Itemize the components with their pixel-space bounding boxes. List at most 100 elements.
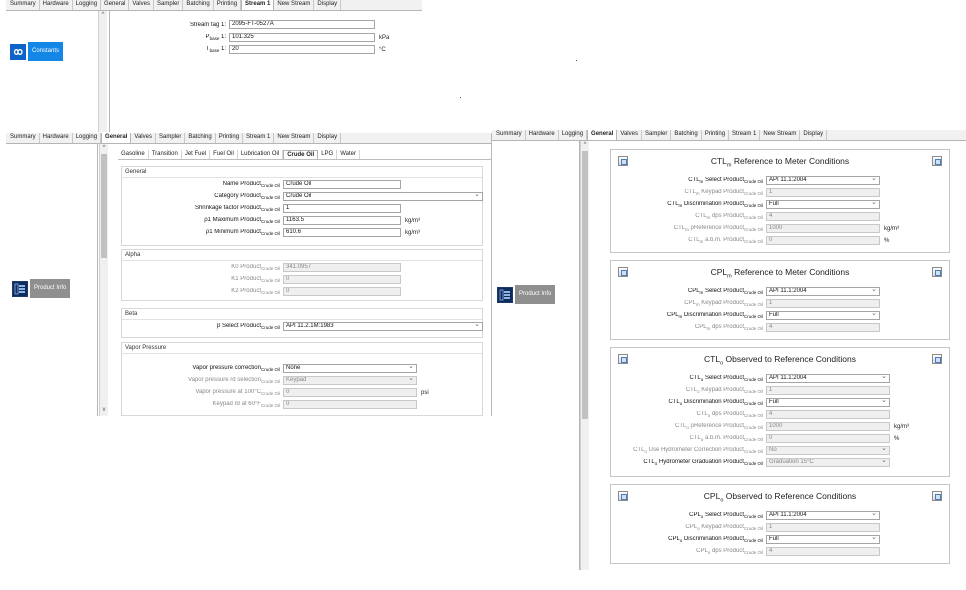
scroll-up-arrow[interactable]: ^ (99, 11, 107, 19)
title-tail: Reference to Meter Conditions (731, 267, 850, 277)
label-sub: Crude Oil (743, 461, 763, 467)
text-field[interactable]: 4 (766, 212, 880, 221)
text-field[interactable]: 0 (283, 275, 401, 284)
right-tab-sampler[interactable]: Sampler (642, 130, 672, 140)
top-tab-valves[interactable]: Valves (129, 0, 154, 10)
product-tab-fuel-oil[interactable]: Fuel Oil (210, 150, 238, 159)
left-tab-new-stream[interactable]: New Stream (274, 133, 315, 143)
top-tab-sampler[interactable]: Sampler (154, 0, 184, 10)
dropdown[interactable]: Full (766, 200, 880, 209)
right-scrollbar[interactable]: ^ (580, 141, 589, 570)
label-prefix: CTL (689, 434, 701, 441)
text-field[interactable]: 1 (766, 299, 880, 308)
label-prefix: CTL (668, 398, 680, 405)
text-field[interactable]: 0 (283, 287, 401, 296)
product-tab-lpg[interactable]: LPG (318, 150, 338, 159)
left-tab-general[interactable]: General (101, 133, 132, 143)
right-tab-new-stream[interactable]: New Stream (760, 130, 801, 140)
product-tab-transition[interactable]: Transition (149, 150, 182, 159)
top-tab-summary[interactable]: Summary (7, 0, 40, 10)
scroll-up-arrow[interactable]: ^ (581, 141, 589, 149)
product-info-tile[interactable]: Product Info (12, 279, 71, 298)
left-tab-valves[interactable]: Valves (131, 133, 156, 143)
right-tab-stream-1[interactable]: Stream 1 (729, 130, 761, 140)
left-tab-sampler[interactable]: Sampler (156, 133, 186, 143)
dropdown[interactable]: Graduation 15°C (766, 458, 890, 467)
text-field[interactable]: 2095-FT-0527A (229, 20, 375, 29)
dropdown[interactable]: API 11.1:2004 (766, 287, 880, 296)
text-field[interactable]: 0 (283, 400, 417, 409)
text-field[interactable]: 1 (766, 386, 890, 395)
left-tab-summary[interactable]: Summary (7, 133, 40, 143)
product-tab-gasoline[interactable]: Gasoline (118, 150, 149, 159)
right-tab-logging[interactable]: Logging (559, 130, 588, 140)
product-tab-water[interactable]: Water (337, 150, 360, 159)
right-tab-display[interactable]: Display (800, 130, 828, 140)
text-field[interactable]: 1 (766, 523, 880, 532)
text-field[interactable]: 4 (766, 323, 880, 332)
right-tab-printing[interactable]: Printing (702, 130, 730, 140)
scroll-thumb[interactable] (101, 154, 107, 258)
left-tab-stream-1[interactable]: Stream 1 (243, 133, 275, 143)
text-field[interactable]: 0 (766, 236, 880, 245)
text-field[interactable]: Crude Oil (283, 180, 401, 189)
top-tab-hardware[interactable]: Hardware (40, 0, 73, 10)
text-field[interactable]: 4 (766, 410, 890, 419)
right-tab-hardware[interactable]: Hardware (526, 130, 559, 140)
dropdown[interactable]: Crude Oil (283, 192, 483, 201)
text-field[interactable]: 1 (283, 204, 401, 213)
dropdown[interactable]: Full (766, 311, 880, 320)
product-tab-jet-fuel[interactable]: Jet Fuel (182, 150, 211, 159)
dropdown[interactable]: API 11.1:2004 (766, 511, 880, 520)
right-tab-summary[interactable]: Summary (493, 130, 526, 140)
top-tab-stream-1[interactable]: Stream 1 (241, 0, 275, 10)
label-text: Discrimination Product (682, 398, 744, 405)
label-sub: Crude Oil (743, 538, 763, 544)
top-tab-new-stream[interactable]: New Stream (274, 0, 315, 10)
text-field[interactable]: 101.325 (229, 33, 375, 42)
left-tab-display[interactable]: Display (314, 133, 342, 143)
text-field[interactable]: 0 (283, 388, 417, 397)
scroll-down-arrow[interactable]: v (100, 406, 108, 414)
top-tab-printing[interactable]: Printing (214, 0, 242, 10)
constants-tile[interactable]: Constants (10, 42, 64, 61)
left-tab-printing[interactable]: Printing (216, 133, 244, 143)
right-sidebar: Product Info (492, 141, 580, 570)
product-tab-lubrication-oil[interactable]: Lubrication Oil (238, 150, 284, 159)
right-tab-valves[interactable]: Valves (617, 130, 642, 140)
dropdown[interactable]: None (283, 364, 417, 373)
left-scrollbar[interactable]: ^ v (99, 144, 108, 416)
top-tab-display[interactable]: Display (314, 0, 342, 10)
text-field[interactable]: 1000 (766, 224, 880, 233)
top-scrollbar[interactable]: ^ (98, 11, 107, 132)
left-tab-hardware[interactable]: Hardware (40, 133, 73, 143)
product-tab-crude-oil[interactable]: Crude Oil (283, 150, 319, 159)
top-tab-logging[interactable]: Logging (73, 0, 102, 10)
beta-select-dropdown[interactable]: API 11.2.1M:1983 (283, 322, 483, 331)
text-field[interactable]: 610.6 (283, 228, 401, 237)
text-field[interactable]: 0 (766, 434, 890, 443)
top-tab-batching[interactable]: Batching (183, 0, 214, 10)
text-field[interactable]: 4 (766, 547, 880, 556)
scroll-up-arrow[interactable]: ^ (100, 144, 108, 152)
dropdown[interactable]: Keypad (283, 376, 417, 385)
top-tab-general[interactable]: General (101, 0, 130, 10)
dropdown[interactable]: API 11.1:2004 (766, 176, 880, 185)
dropdown[interactable]: API 11.1:2004 (766, 374, 890, 383)
text-field[interactable]: 341.0957 (283, 263, 401, 272)
left-tab-logging[interactable]: Logging (73, 133, 102, 143)
text-field[interactable]: 1 (766, 188, 880, 197)
text-field[interactable]: 1163.5 (283, 216, 401, 225)
conditions-card: CTLo Observed to Reference Conditions CTL… (610, 347, 950, 477)
product-info-tile[interactable]: Product Info (497, 285, 556, 304)
scroll-thumb[interactable] (582, 151, 588, 419)
dropdown[interactable]: Full (766, 398, 890, 407)
product-tab-bar: Gasoline Transition Jet Fuel Fuel Oil Lubric… (118, 150, 491, 160)
left-tab-batching[interactable]: Batching (185, 133, 216, 143)
right-tab-batching[interactable]: Batching (671, 130, 702, 140)
text-field[interactable]: 20 (229, 45, 375, 54)
dropdown[interactable]: No (766, 446, 890, 455)
text-field[interactable]: 1000 (766, 422, 890, 431)
right-tab-general[interactable]: General (587, 130, 618, 140)
dropdown[interactable]: Full (766, 535, 880, 544)
